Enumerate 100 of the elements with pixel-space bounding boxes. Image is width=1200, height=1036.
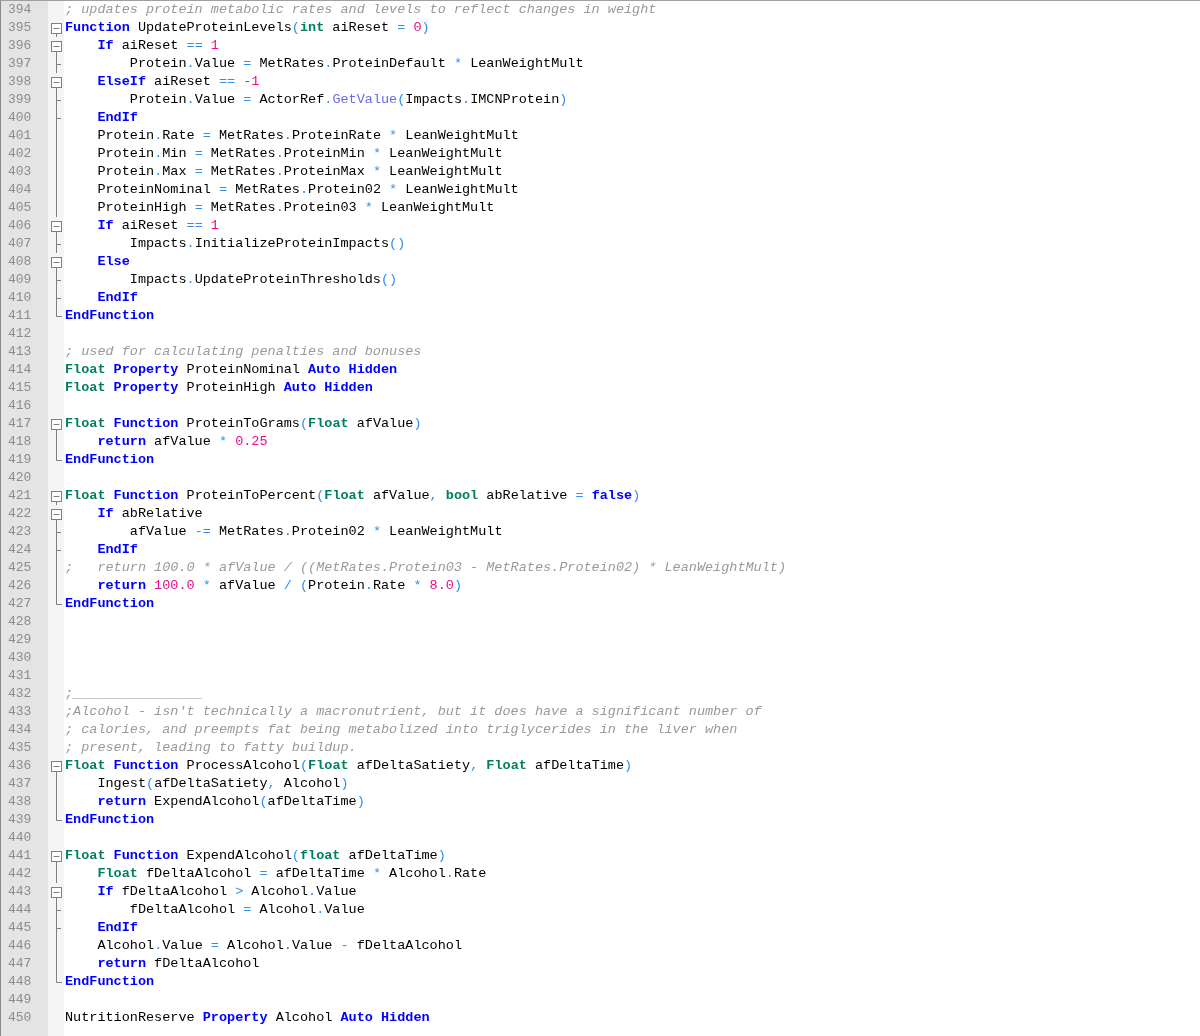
code-line: ;Alcohol - isn't technically a macronutrient, but it does have a significant number of — [65, 703, 762, 721]
line-number: 417 — [7, 415, 33, 433]
line-number: 403 — [7, 163, 33, 181]
line-number: 395 — [7, 19, 33, 37]
code-line: return 100.0 * afValue / (Protein.Rate * 8.0) — [96, 577, 463, 595]
line-number: 405 — [7, 199, 33, 217]
line-number: 406 — [7, 217, 33, 235]
line-number: 422 — [7, 505, 33, 523]
code-line: ; used for calculating penalties and bonuses — [65, 343, 422, 361]
line-number: 448 — [7, 973, 33, 991]
fold-end-line — [56, 811, 62, 821]
line-number: 447 — [7, 955, 33, 973]
line-number: 416 — [7, 397, 33, 415]
code-line: Else — [96, 253, 130, 271]
code-line: NutritionReserve Property Alcohol Auto Hidden — [65, 1009, 430, 1027]
line-number: 415 — [7, 379, 33, 397]
code-line: Protein.Value = ActorRef.GetValue(Impacts.IMCNProtein) — [128, 91, 568, 109]
line-number: 446 — [7, 937, 33, 955]
line-number: 436 — [7, 757, 33, 775]
fold-end-line — [56, 451, 62, 461]
code-line: EndIf — [96, 289, 138, 307]
line-number: 437 — [7, 775, 33, 793]
code-line: EndFunction — [65, 811, 155, 829]
line-number: 444 — [7, 901, 33, 919]
line-number: 413 — [7, 343, 33, 361]
line-number: 442 — [7, 865, 33, 883]
line-number: 423 — [7, 523, 33, 541]
code-line: Protein.Rate = MetRates.ProteinRate * LeanWeightMult — [96, 127, 519, 145]
fold-end-line — [56, 973, 62, 983]
code-line: Protein.Min = MetRates.ProteinMin * LeanWeightMult — [96, 145, 503, 163]
line-number: 404 — [7, 181, 33, 199]
line-number: 414 — [7, 361, 33, 379]
code-line: return afValue * 0.25 — [96, 433, 268, 451]
line-number: 433 — [7, 703, 33, 721]
code-line: Float fDeltaAlcohol = afDeltaTime * Alcohol.Rate — [96, 865, 487, 883]
code-line: If fDeltaAlcohol > Alcohol.Value — [96, 883, 357, 901]
line-number: 412 — [7, 325, 33, 343]
code-line: ;________________ — [65, 685, 203, 703]
code-line: If abRelative — [96, 505, 203, 523]
line-number: 432 — [7, 685, 33, 703]
code-line: ; return 100.0 * afValue / ((MetRates.Protein03 - MetRates.Protein02) * LeanWeightMult) — [65, 559, 787, 577]
line-number: 400 — [7, 109, 33, 127]
code-line: Float Function ProteinToPercent(Float afValue, bool abRelative = false) — [65, 487, 641, 505]
code-line: return fDeltaAlcohol — [96, 955, 260, 973]
code-line: ProteinHigh = MetRates.Protein03 * LeanWeightMult — [96, 199, 495, 217]
line-number: 440 — [7, 829, 33, 847]
code-line: ProteinNominal = MetRates.Protein02 * LeanWeightMult — [96, 181, 519, 199]
code-line: Float Function ProcessAlcohol(Float afDeltaSatiety, Float afDeltaTime) — [65, 757, 633, 775]
code-line: EndIf — [96, 919, 138, 937]
line-number: 434 — [7, 721, 33, 739]
code-line: Alcohol.Value = Alcohol.Value - fDeltaAlcohol — [96, 937, 462, 955]
line-number: 420 — [7, 469, 33, 487]
code-line: Impacts.InitializeProteinImpacts() — [128, 235, 406, 253]
line-number: 427 — [7, 595, 33, 613]
code-line: EndFunction — [65, 595, 155, 613]
code-line: return ExpendAlcohol(afDeltaTime) — [96, 793, 365, 811]
line-number: 409 — [7, 271, 33, 289]
code-line: If aiReset == 1 — [96, 37, 219, 55]
line-number: 439 — [7, 811, 33, 829]
line-number: 398 — [7, 73, 33, 91]
line-number: 411 — [7, 307, 33, 325]
line-number: 428 — [7, 613, 33, 631]
code-line: If aiReset == 1 — [96, 217, 219, 235]
line-number: 441 — [7, 847, 33, 865]
code-line: Function UpdateProteinLevels(int aiReset = 0) — [65, 19, 430, 37]
line-number: 408 — [7, 253, 33, 271]
code-line: EndFunction — [65, 307, 155, 325]
line-number: 443 — [7, 883, 33, 901]
line-number: 397 — [7, 55, 33, 73]
line-number: 401 — [7, 127, 33, 145]
fold-end-line — [56, 307, 62, 317]
code-line: ; updates protein metabolic rates and levels to reflect changes in weight — [65, 1, 657, 19]
line-number: 425 — [7, 559, 33, 577]
line-number: 402 — [7, 145, 33, 163]
code-line: Float Property ProteinNominal Auto Hidden — [65, 361, 398, 379]
line-number: 421 — [7, 487, 33, 505]
code-line: Float Function ExpendAlcohol(float afDeltaTime) — [65, 847, 446, 865]
line-number: 426 — [7, 577, 33, 595]
code-line: ; calories, and preempts fat being metabolized into triglycerides in the liver when — [65, 721, 738, 739]
code-line: ElseIf aiReset == -1 — [96, 73, 260, 91]
code-line: Float Function ProteinToGrams(Float afValue) — [65, 415, 422, 433]
line-number: 407 — [7, 235, 33, 253]
code-line: Float Property ProteinHigh Auto Hidden — [65, 379, 373, 397]
line-number: 418 — [7, 433, 33, 451]
line-number: 435 — [7, 739, 33, 757]
code-line: Impacts.UpdateProteinThresholds() — [128, 271, 398, 289]
line-number: 419 — [7, 451, 33, 469]
code-line: ; present, leading to fatty buildup. — [65, 739, 357, 757]
line-number: 429 — [7, 631, 33, 649]
line-number: 449 — [7, 991, 33, 1009]
fold-end-line — [56, 595, 62, 605]
code-line: EndIf — [96, 541, 138, 559]
line-number: 431 — [7, 667, 33, 685]
code-line: afValue -= MetRates.Protein02 * LeanWeightMult — [128, 523, 503, 541]
line-number: 445 — [7, 919, 33, 937]
code-line: EndFunction — [65, 451, 155, 469]
code-line: EndFunction — [65, 973, 155, 991]
code-line: Protein.Max = MetRates.ProteinMax * LeanWeightMult — [96, 163, 503, 181]
code-line: Protein.Value = MetRates.ProteinDefault * LeanWeightMult — [128, 55, 584, 73]
line-number: 438 — [7, 793, 33, 811]
